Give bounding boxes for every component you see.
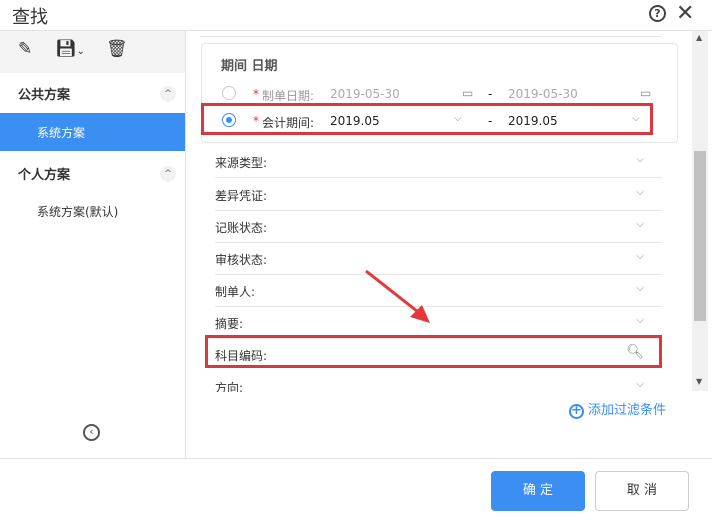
range-dash: - xyxy=(488,114,493,128)
plus-circle-icon: + xyxy=(569,404,584,419)
filter-source-type[interactable]: 来源类型: ⌵ xyxy=(215,146,662,178)
chevron-down-icon[interactable]: ⌵ xyxy=(632,113,640,124)
scrollbar-thumb[interactable] xyxy=(694,151,706,321)
highlight-box-account-code xyxy=(205,335,662,368)
chevron-up-icon[interactable]: ^ xyxy=(160,166,176,182)
calendar-icon[interactable]: ▭ xyxy=(640,86,651,100)
doc-date-to[interactable]: 2019-05-30 xyxy=(508,87,578,101)
dialog-footer: 确 定 取 消 xyxy=(0,458,712,520)
filter-direction[interactable]: 方向: ⌵ xyxy=(215,371,662,392)
radio-doc-date[interactable] xyxy=(222,86,236,100)
chevron-down-icon[interactable]: ⌵ xyxy=(454,113,462,124)
scheme-item-default[interactable]: 系统方案(默认) xyxy=(37,203,118,220)
calendar-icon[interactable]: ▭ xyxy=(462,86,473,100)
filter-posting-status[interactable]: 记账状态: ⌵ xyxy=(215,211,662,243)
doc-date-from[interactable]: 2019-05-30 xyxy=(330,87,400,101)
period-title: 期间 日期 xyxy=(221,59,278,74)
divider xyxy=(200,36,662,37)
title-bar: 查找 ? ✕ xyxy=(0,0,712,31)
chevron-down-icon: ⌵ xyxy=(636,315,644,326)
group-personal[interactable]: 个人方案 xyxy=(18,164,70,183)
scheme-item-system[interactable]: 系统方案 xyxy=(0,113,185,151)
chevron-down-icon: ⌵ xyxy=(636,187,644,198)
add-filter-button[interactable]: + 添加过滤条件 xyxy=(569,399,666,419)
period-from-select[interactable]: 2019.05 xyxy=(330,114,380,128)
required-mark: * xyxy=(253,87,259,101)
close-icon[interactable]: ✕ xyxy=(676,1,694,26)
period-to-select[interactable]: 2019.05 xyxy=(508,114,558,128)
range-dash: - xyxy=(488,87,493,101)
chevron-down-icon: ⌵ xyxy=(636,219,644,230)
chevron-down-icon: ⌵ xyxy=(636,379,644,390)
edit-icon[interactable]: ✎ xyxy=(18,39,32,59)
save-icon[interactable]: 💾︎⌄ xyxy=(55,39,85,59)
radio-accounting-period[interactable] xyxy=(222,113,236,127)
chevron-down-icon: ⌵ xyxy=(636,154,644,165)
help-icon[interactable]: ? xyxy=(649,5,666,22)
delete-icon[interactable]: 🗑︎ xyxy=(106,39,128,59)
filter-diff-voucher[interactable]: 差异凭证: ⌵ xyxy=(215,179,662,211)
chevron-up-icon[interactable]: ^ xyxy=(160,86,176,102)
collapse-sidebar-icon[interactable]: ‹ xyxy=(83,424,100,441)
cancel-button[interactable]: 取 消 xyxy=(595,471,689,511)
accounting-period-label: 会计期间: xyxy=(262,116,315,130)
ok-button[interactable]: 确 定 xyxy=(491,471,585,511)
scroll-up-icon: ▲ xyxy=(696,33,703,42)
scroll-down-icon: ▼ xyxy=(696,377,703,386)
dialog-title: 查找 xyxy=(12,7,48,28)
doc-date-label: 制单日期: xyxy=(262,89,315,103)
chevron-down-icon: ⌵ xyxy=(636,283,644,294)
group-public[interactable]: 公共方案 xyxy=(18,84,70,103)
scrollbar[interactable]: ▲ ▼ xyxy=(692,31,708,391)
required-mark: * xyxy=(253,114,259,128)
scheme-sidebar: ✎ 💾︎⌄ 🗑︎ 公共方案 ^ 系统方案 个人方案 ^ 系统方案(默认) ‹ xyxy=(0,31,186,458)
red-arrow-annotation xyxy=(365,269,430,323)
scheme-toolbar: ✎ 💾︎⌄ 🗑︎ xyxy=(0,31,185,73)
chevron-down-icon: ⌵ xyxy=(636,251,644,262)
